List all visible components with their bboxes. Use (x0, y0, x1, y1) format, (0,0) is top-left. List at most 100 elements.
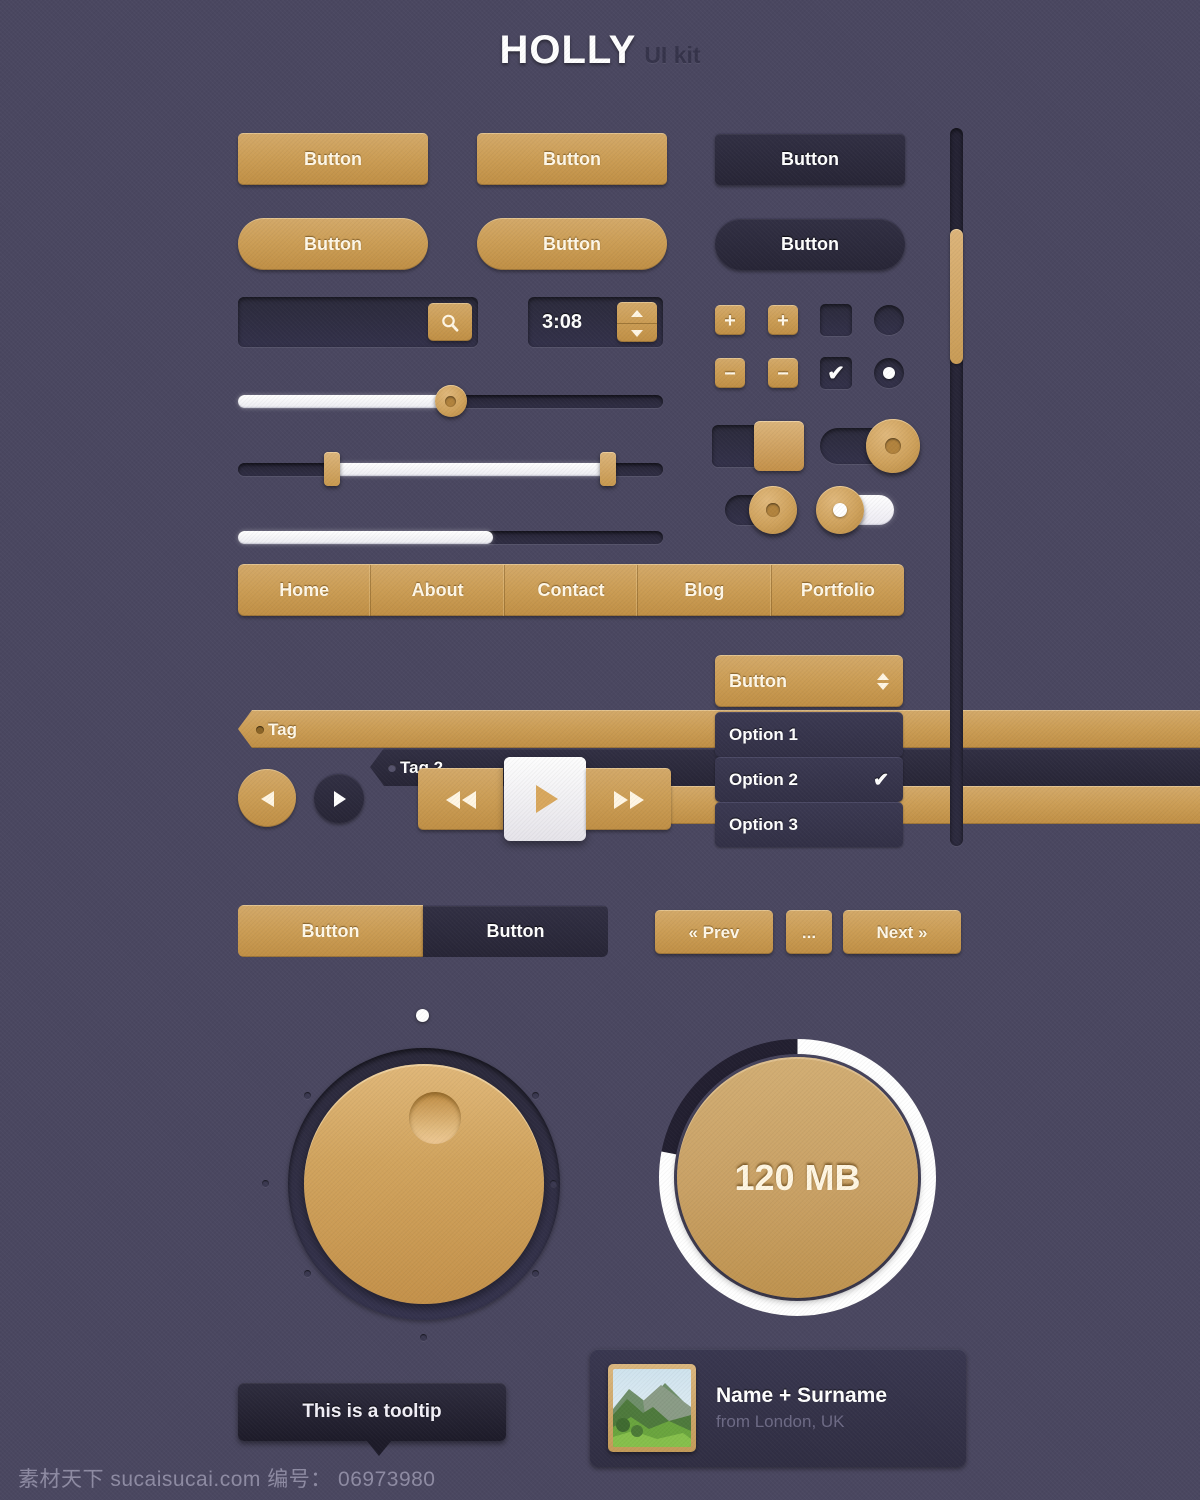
profile-location: from London, UK (716, 1412, 845, 1431)
slider-single[interactable] (238, 385, 663, 417)
toggle-round-knob-3[interactable] (816, 486, 864, 534)
dropdown-label: Button (729, 671, 787, 691)
ui-kit-canvas: HOLLY UI kit Button Button Button Button … (0, 0, 1200, 1500)
nav-item-about[interactable]: About (371, 565, 505, 616)
toggle-round-track-2[interactable] (725, 486, 797, 534)
search-field (238, 297, 478, 347)
toggle-round-track-3[interactable] (816, 486, 894, 534)
segmented-control: Button Button (238, 905, 608, 957)
toggle-square-knob[interactable] (754, 421, 804, 471)
check-icon: ✔ (827, 361, 845, 385)
button-pill-gold-2[interactable]: Button (477, 218, 667, 270)
progress-label: 120 MB (734, 1156, 861, 1198)
dropdown-option-2[interactable]: Option 2 ✔ (715, 757, 903, 802)
pagination-next-button[interactable]: Next » (843, 910, 961, 954)
rewind-button[interactable] (418, 768, 503, 830)
avatar (613, 1369, 691, 1447)
tooltip: This is a tooltip (238, 1383, 506, 1456)
slider-single-handle[interactable] (434, 385, 467, 417)
tag-hole-icon (388, 763, 396, 772)
dropdown-option-2-label: Option 2 (729, 770, 798, 789)
dropdown-option-1[interactable]: Option 1 (715, 712, 903, 757)
knob-tick-dot (262, 1180, 269, 1187)
button-rect-dark[interactable]: Button (715, 133, 905, 185)
toggle-square-track[interactable] (712, 421, 804, 471)
progress-inner-disc: 120 MB (677, 1057, 918, 1298)
button-rect-gold-2[interactable]: Button (477, 133, 667, 185)
checkbox-unchecked[interactable] (820, 304, 852, 336)
checkbox-checked[interactable]: ✔ (820, 357, 852, 389)
profile-name: Name + Surname (716, 1384, 887, 1407)
check-icon: ✔ (873, 769, 889, 791)
avatar-frame (608, 1364, 696, 1452)
time-stepper: 3:08 (528, 297, 663, 347)
pagination-prev-button[interactable]: « Prev (655, 910, 773, 954)
knob-center-icon (833, 503, 847, 517)
chevron-updown-icon (877, 673, 889, 690)
knob-tick-dot (550, 1180, 557, 1187)
nav-item-contact[interactable]: Contact (505, 565, 639, 616)
pagination-ellipsis-button[interactable]: ... (786, 910, 832, 954)
rewind-icon (445, 790, 476, 809)
navbar: Home About Contact Blog Portfolio (238, 564, 904, 616)
button-pill-gold-1[interactable]: Button (238, 218, 428, 270)
radio-checked[interactable] (874, 358, 904, 388)
nav-item-home[interactable]: Home (238, 565, 372, 616)
title-main: HOLLY (499, 28, 637, 72)
toggle-round-track-1[interactable] (820, 419, 920, 473)
search-input[interactable] (248, 297, 418, 347)
search-icon (442, 314, 459, 332)
stepper-arrows (617, 302, 657, 342)
watermark-text: 素材天下 sucaisucai.com 编号： 06973980 (18, 1468, 436, 1491)
toggle-round-knob-2[interactable] (749, 486, 797, 534)
fast-forward-icon (613, 790, 644, 809)
stepper-decrement-button[interactable] (617, 323, 657, 342)
triangle-down-icon (631, 330, 643, 337)
profile-text: Name + Surname from London, UK (716, 1384, 887, 1432)
tooltip-text: This is a tooltip (302, 1401, 442, 1422)
tag-1-label: Tag (268, 719, 297, 739)
scrollbar-track[interactable] (950, 128, 963, 846)
play-button[interactable] (504, 757, 586, 841)
segment-right[interactable]: Button (423, 905, 608, 957)
search-button[interactable] (428, 303, 472, 341)
nav-item-portfolio[interactable]: Portfolio (772, 565, 904, 616)
play-icon (536, 785, 558, 813)
knob-position-indicator (416, 1009, 429, 1022)
scrollbar-thumb[interactable] (950, 228, 963, 364)
button-pill-dark[interactable]: Button (715, 218, 905, 270)
circle-next-button[interactable] (314, 773, 364, 823)
slider-range-fill (331, 463, 608, 476)
stepper-value: 3:08 (542, 310, 583, 333)
stepper-increment-button[interactable] (617, 303, 657, 323)
play-right-icon (333, 790, 346, 807)
triangle-up-icon (631, 309, 643, 317)
slider-single-fill (238, 395, 451, 408)
plus-button-2[interactable]: + (768, 305, 798, 335)
dropdown-button[interactable]: Button (715, 655, 903, 707)
dropdown-option-3[interactable]: Option 3 (715, 802, 903, 847)
knob-center-icon (766, 503, 780, 517)
minus-button-1[interactable]: − (715, 358, 745, 388)
radio-dot-icon (883, 367, 895, 379)
progress-bar-fill (238, 531, 493, 544)
fast-forward-button[interactable] (586, 768, 671, 830)
radio-unchecked[interactable] (874, 305, 904, 335)
slider-range-handle-low[interactable] (323, 452, 340, 486)
knob-tick-dot (532, 1092, 539, 1099)
profile-card[interactable]: Name + Surname from London, UK (590, 1349, 966, 1467)
knob-tick-dot (420, 1334, 427, 1341)
knob-dial[interactable] (304, 1064, 544, 1304)
circular-progress-widget: 120 MB (655, 1035, 940, 1320)
segment-left[interactable]: Button (238, 905, 423, 957)
rotary-knob-widget[interactable] (262, 1048, 560, 1341)
button-rect-gold-1[interactable]: Button (238, 133, 428, 185)
circle-prev-button[interactable] (238, 769, 296, 827)
plus-button-1[interactable]: + (715, 305, 745, 335)
toggle-round-knob-1[interactable] (866, 419, 920, 473)
minus-button-2[interactable]: − (768, 358, 798, 388)
slider-range[interactable] (238, 452, 663, 486)
nav-item-blog[interactable]: Blog (638, 565, 772, 616)
tag-hole-icon (256, 725, 264, 734)
slider-range-handle-high[interactable] (599, 452, 616, 486)
